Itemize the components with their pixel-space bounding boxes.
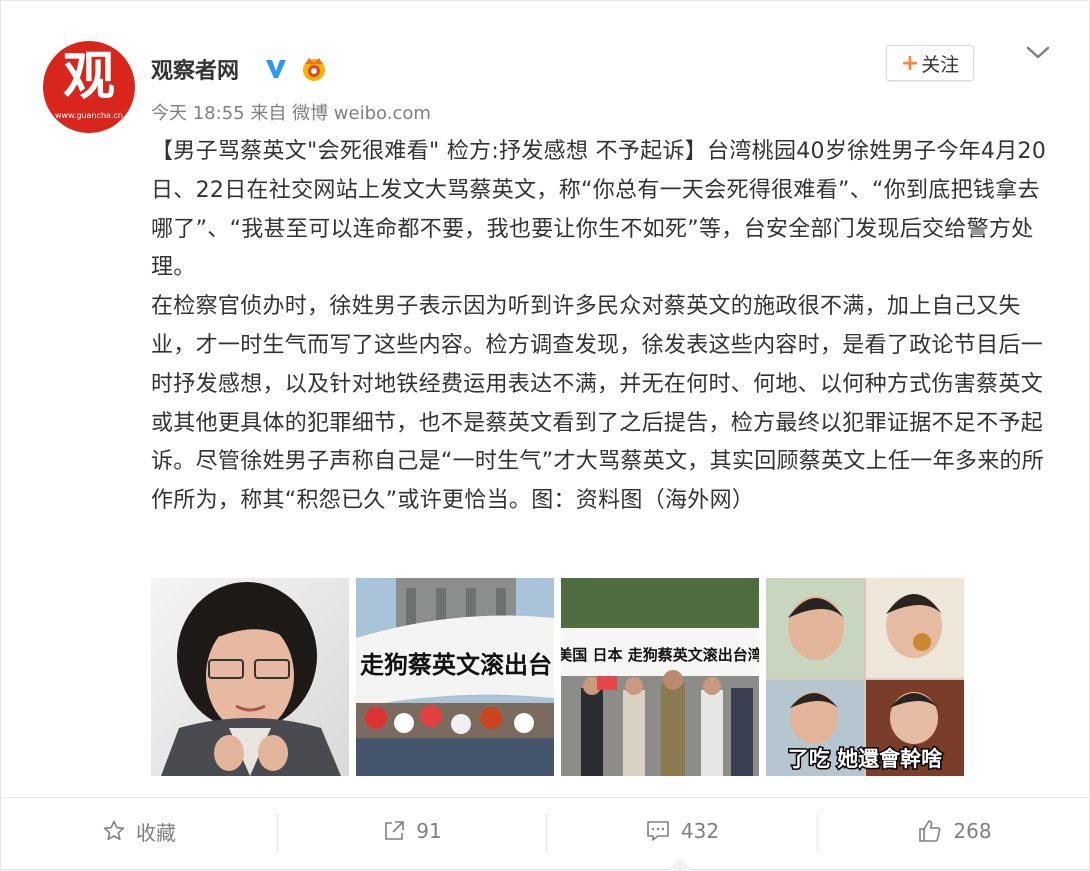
post-source[interactable]: 微博 weibo.com	[292, 103, 431, 124]
post-time[interactable]: 今天 18:55	[151, 103, 245, 124]
post-source-prefix: 来自	[250, 103, 287, 124]
comment-icon	[645, 819, 671, 843]
follow-button[interactable]: + 关注	[886, 45, 974, 81]
post-paragraph: 【男子骂蔡英文"会死很难看" 检方:抒发感想 不予起诉】台湾桃园40岁徐姓男子今…	[151, 139, 1047, 281]
follow-label: 关注	[921, 53, 960, 76]
action-bar: 收藏 91 432 268	[1, 798, 1090, 871]
member-crown-icon[interactable]	[299, 54, 329, 82]
post-paragraph: 在检察官侦办时，徐姓男子表示因为听到许多民众对蔡英文的施政很不满，加上自己又失业…	[151, 294, 1045, 514]
favorite-button[interactable]: 收藏	[1, 798, 277, 864]
post-meta: 今天 18:55 来自 微博 weibo.com	[151, 99, 431, 125]
banner-text: 走狗蔡英文滚出台	[360, 651, 552, 679]
post-text: 【男子骂蔡英文"会死很难看" 检方:抒发感想 不予起诉】台湾桃园40岁徐姓男子今…	[151, 133, 1056, 521]
comment-button[interactable]: 432	[547, 798, 817, 864]
post-image-portrait[interactable]	[151, 578, 349, 776]
avatar-logo-glyph: 观	[62, 47, 115, 107]
post-image-street-protest[interactable]: 美国 日本 走狗蔡英文滚出台湾	[561, 578, 759, 776]
avatar-logo-site: www.guancha.cn	[55, 111, 123, 120]
weibo-post-card: 观 www.guancha.cn 观察者网 今天 18:55 来自 微博 wei…	[0, 0, 1090, 871]
comment-panel-pointer	[667, 858, 693, 871]
comment-count: 432	[680, 819, 720, 843]
verified-icon[interactable]	[263, 55, 289, 81]
banner-text: 美国 日本 走狗蔡英文滚出台湾	[561, 646, 759, 664]
favorite-label: 收藏	[136, 820, 176, 845]
author-avatar[interactable]: 观 www.guancha.cn	[43, 41, 135, 133]
star-icon	[102, 819, 126, 843]
plus-icon: +	[900, 50, 920, 76]
post-image-protest-banner[interactable]: 走狗蔡英文滚出台	[356, 578, 554, 776]
repost-count: 91	[416, 819, 442, 843]
chevron-down-icon[interactable]	[1025, 43, 1051, 63]
author-name[interactable]: 观察者网	[151, 53, 239, 85]
like-button[interactable]: 268	[818, 798, 1090, 864]
image-overlay-text: 了吃 她還會幹啥	[788, 747, 942, 771]
repost-button[interactable]: 91	[278, 798, 546, 864]
thumbs-up-icon	[917, 818, 943, 844]
post-image-collage[interactable]: 了吃 她還會幹啥	[766, 578, 964, 776]
like-count: 268	[953, 819, 992, 843]
share-icon	[382, 819, 406, 843]
